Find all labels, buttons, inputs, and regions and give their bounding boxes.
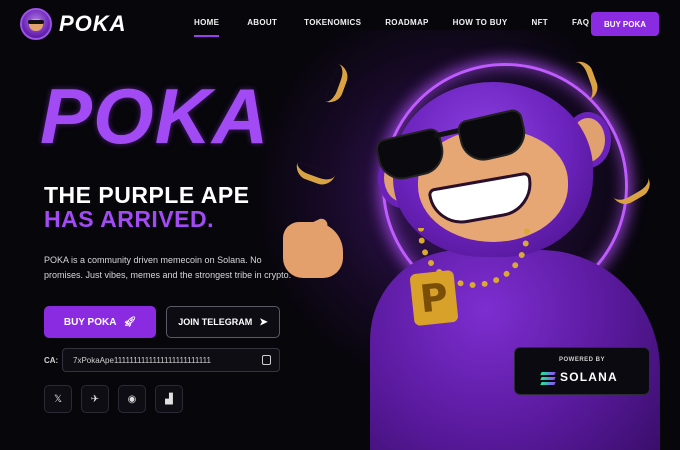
brand-logo[interactable]: POKA [20, 8, 127, 40]
nav-item-how-to-buy[interactable]: HOW TO BUY [453, 18, 508, 27]
solana-logo-icon [540, 372, 556, 385]
hero-tagline-line2: HAS ARRIVED. [44, 206, 214, 232]
join-telegram-button[interactable]: JOIN TELEGRAM ➤ [166, 306, 280, 338]
solana-name: SOLANA [560, 370, 618, 384]
nav-item-tokenomics[interactable]: TOKENOMICS [304, 18, 361, 27]
join-telegram-label: JOIN TELEGRAM [178, 317, 253, 327]
contract-address-label: CA: [44, 356, 59, 365]
nav-buy-button[interactable]: BUY POKA [591, 12, 659, 36]
chart-icon[interactable]: ▟ [155, 385, 183, 413]
nav-item-home[interactable]: HOME [194, 18, 220, 37]
telegram-icon: ➤ [259, 316, 268, 328]
nav-item-nft[interactable]: NFT [532, 18, 548, 27]
gold-pendant: P [409, 269, 459, 327]
top-navigation: POKA HOME ABOUT TOKENOMICS ROADMAP HOW T… [0, 0, 680, 48]
nav-item-roadmap[interactable]: ROADMAP [385, 18, 428, 27]
nav-item-faq[interactable]: FAQ [572, 18, 589, 27]
copy-icon[interactable] [262, 355, 271, 365]
contract-address-value: 7xPokaApe1111111111111111111111111 [73, 355, 211, 365]
discord-icon[interactable]: ◉ [118, 385, 146, 413]
buy-poka-button[interactable]: BUY POKA 🚀︎ [44, 306, 156, 338]
hero-description: POKA is a community driven memecoin on S… [44, 255, 292, 280]
hero-title: POKA [40, 72, 270, 160]
brand-name: POKA [59, 11, 127, 36]
powered-by-label: POWERED BY [558, 357, 605, 363]
buy-poka-label: BUY POKA [63, 316, 117, 328]
social-links: 𝕏 ✈ ◉ ▟ [44, 385, 192, 413]
nav-item-about[interactable]: ABOUT [247, 18, 277, 27]
telegram-icon[interactable]: ✈ [81, 385, 109, 413]
powered-by-solana-badge[interactable]: POWERED BY SOLANA [514, 347, 650, 395]
x-icon[interactable]: 𝕏 [44, 385, 72, 413]
nav-menu: HOME ABOUT TOKENOMICS ROADMAP HOW TO BUY… [194, 18, 589, 37]
rocket-icon: 🚀︎ [123, 316, 137, 328]
ape-logo-icon [20, 8, 52, 40]
contract-address-field[interactable]: 7xPokaApe1111111111111111111111111 [62, 348, 280, 372]
hero-tagline-line1: THE PURPLE APE [44, 182, 250, 208]
